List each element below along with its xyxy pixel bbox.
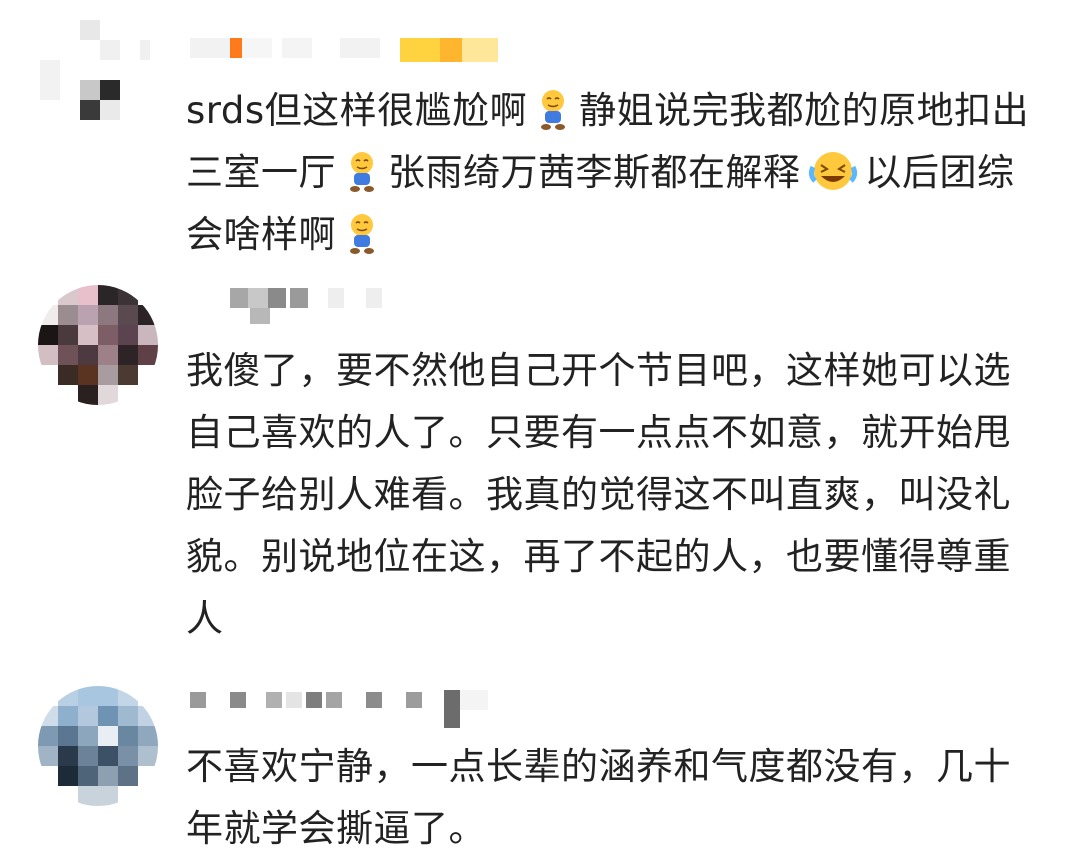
awkward-emoji-icon	[533, 87, 573, 131]
laugh-cry-emoji-icon	[807, 149, 859, 193]
username-redacted[interactable]	[190, 690, 490, 728]
username-redacted[interactable]	[190, 38, 510, 64]
avatar[interactable]	[40, 20, 150, 130]
awkward-emoji-icon	[342, 149, 382, 193]
comment-text: 我傻了，要不然他自己开个节目吧，这样她可以选自己喜欢的人了。只要有一点点不如意，…	[186, 349, 1011, 640]
comment-text: srds但这样很尴尬啊 静姐说完我都尬的原地扣出三室一厅 张雨绮万茜李斯都在解释 以后…	[186, 87, 1030, 256]
username-redacted[interactable]	[190, 288, 390, 324]
avatar[interactable]	[38, 686, 158, 806]
avatar[interactable]	[38, 285, 158, 405]
comment-text: 不喜欢宁静，一点长辈的涵养和气度都没有，几十年就学会撕逼了。	[186, 745, 1011, 850]
awkward-emoji-icon	[342, 211, 382, 255]
